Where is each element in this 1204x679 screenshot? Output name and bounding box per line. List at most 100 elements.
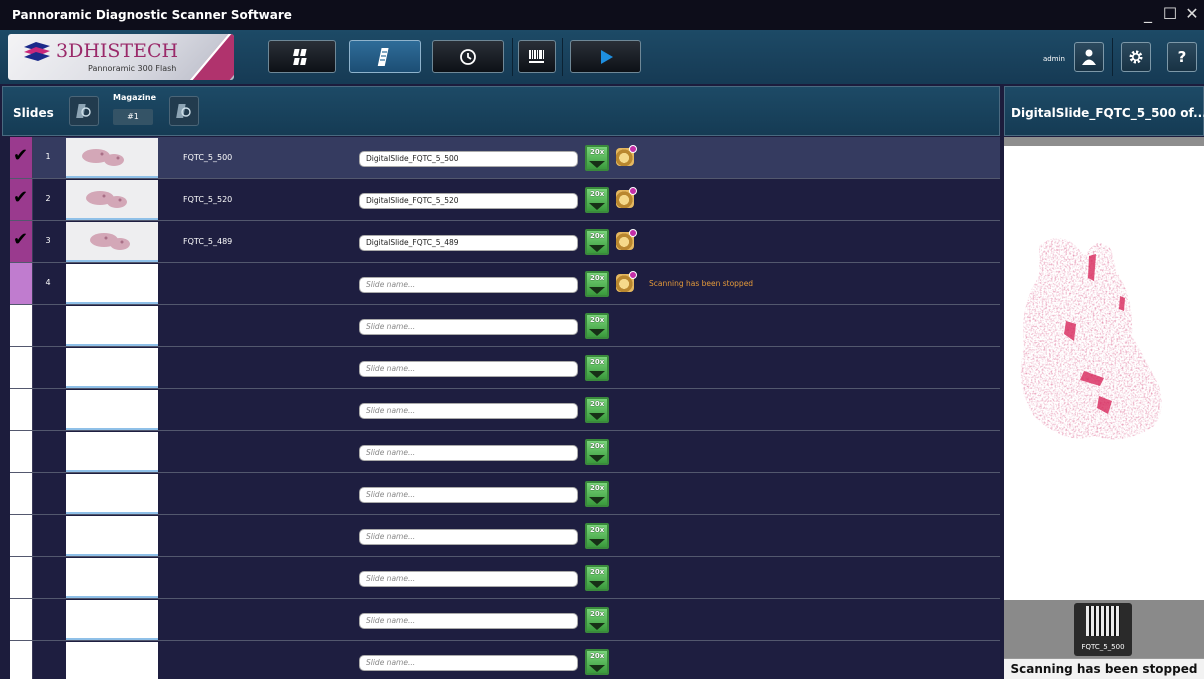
objective-label: 20x	[590, 400, 605, 408]
close-button[interactable]: ✕	[1183, 4, 1201, 24]
slide-checkbox[interactable]	[10, 515, 33, 556]
single-slide-view-button[interactable]	[349, 40, 421, 73]
slide-checkbox[interactable]	[10, 557, 33, 598]
objective-label: 20x	[590, 484, 605, 492]
slide-row[interactable]: Slide name... 20x	[10, 389, 1000, 431]
slide-checkbox[interactable]	[10, 431, 33, 472]
slide-name-field[interactable]: DigitalSlide_FQTC_5_520	[359, 193, 578, 209]
slide-checkbox[interactable]	[10, 641, 33, 679]
slide-row[interactable]: ✔ 1 FQTC_5_500 DigitalSlide_FQTC_5_500 20x	[10, 137, 1000, 179]
slide-name-field[interactable]: Slide name...	[359, 361, 578, 377]
slide-checkbox[interactable]	[10, 389, 33, 430]
slide-checkbox[interactable]	[10, 473, 33, 514]
slide-row[interactable]: Slide name... 20x	[10, 305, 1000, 347]
barcode-button[interactable]	[518, 40, 556, 73]
slide-row[interactable]: Slide name... 20x	[10, 347, 1000, 389]
slide-icon	[377, 47, 389, 66]
slide-name-field[interactable]: Slide name...	[359, 655, 578, 671]
slide-row[interactable]: ✔ 3 FQTC_5_489 DigitalSlide_FQTC_5_489 20x	[10, 221, 1000, 263]
slide-position: 2	[45, 194, 51, 203]
slide-thumbnail[interactable]	[66, 642, 158, 679]
slide-checkbox[interactable]	[10, 305, 33, 346]
slide-thumbnail[interactable]	[66, 222, 158, 262]
history-button[interactable]	[432, 40, 504, 73]
toolbar-separator	[512, 38, 513, 76]
objective-label: 20x	[590, 316, 605, 324]
objective-20x-button[interactable]: 20x	[585, 607, 609, 633]
magazine-label: Magazine	[113, 93, 157, 102]
minimize-button[interactable]: _	[1139, 4, 1157, 24]
slide-row[interactable]: Slide name... 20x	[10, 557, 1000, 599]
focus-settings-icon[interactable]	[616, 145, 637, 166]
settings-button[interactable]	[1121, 42, 1151, 72]
slide-thumbnail[interactable]	[66, 432, 158, 472]
slide-name-field[interactable]: Slide name...	[359, 487, 578, 503]
focus-settings-icon[interactable]	[616, 187, 637, 208]
slide-name-field[interactable]: Slide name...	[359, 277, 578, 293]
magazine-next-button[interactable]	[169, 96, 199, 126]
slide-thumbnail[interactable]	[66, 390, 158, 430]
slide-checkbox[interactable]: ✔	[10, 221, 33, 262]
slide-position: 3	[45, 236, 51, 245]
objective-20x-button[interactable]: 20x	[585, 313, 609, 339]
preview-title: DigitalSlide_FQTC_5_500 of...	[1011, 106, 1204, 120]
magazine-prev-button[interactable]	[69, 96, 99, 126]
objective-20x-button[interactable]: 20x	[585, 229, 609, 255]
slide-name-field[interactable]: Slide name...	[359, 571, 578, 587]
slide-thumbnail[interactable]	[66, 474, 158, 514]
slide-row[interactable]: Slide name... 20x	[10, 431, 1000, 473]
slide-checkbox[interactable]	[10, 599, 33, 640]
slide-checkbox[interactable]: ✔	[10, 137, 33, 178]
objective-20x-button[interactable]: 20x	[585, 355, 609, 381]
focus-indicator-dot	[629, 187, 637, 195]
slide-barcode: FQTC_5_520	[183, 195, 233, 204]
slide-row[interactable]: ✔ 2 FQTC_5_520 DigitalSlide_FQTC_5_520 20x	[10, 179, 1000, 221]
focus-settings-icon[interactable]	[616, 229, 637, 250]
objective-20x-button[interactable]: 20x	[585, 397, 609, 423]
objective-20x-button[interactable]: 20x	[585, 271, 609, 297]
slide-thumbnail[interactable]	[66, 138, 158, 178]
slide-thumbnail[interactable]	[66, 306, 158, 346]
slide-row[interactable]: Slide name... 20x	[10, 641, 1000, 679]
objective-20x-button[interactable]: 20x	[585, 649, 609, 675]
slide-thumbnail[interactable]	[66, 600, 158, 640]
slide-position: 4	[45, 278, 51, 287]
start-scan-button[interactable]	[570, 40, 641, 73]
magazine-number: #1	[113, 109, 153, 125]
slide-thumbnail[interactable]	[66, 558, 158, 598]
slide-name-field[interactable]: DigitalSlide_FQTC_5_500	[359, 151, 578, 167]
slide-row[interactable]: 4 Slide name... 20x Scanning has been stopp…	[10, 263, 1000, 305]
slide-name-field[interactable]: DigitalSlide_FQTC_5_489	[359, 235, 578, 251]
slide-thumbnail[interactable]	[66, 348, 158, 388]
slide-thumbnail[interactable]	[66, 180, 158, 220]
left-edge	[0, 137, 10, 679]
objective-20x-button[interactable]: 20x	[585, 481, 609, 507]
slide-checkbox[interactable]: ✔	[10, 179, 33, 220]
slide-grid-view-button[interactable]	[268, 40, 336, 73]
slide-thumbnail[interactable]	[66, 264, 158, 304]
objective-20x-button[interactable]: 20x	[585, 439, 609, 465]
maximize-button[interactable]: ☐	[1161, 4, 1179, 24]
objective-20x-button[interactable]: 20x	[585, 145, 609, 171]
objective-label: 20x	[590, 232, 605, 240]
slide-thumbnail[interactable]	[66, 516, 158, 556]
objective-label: 20x	[590, 652, 605, 660]
slide-checkbox[interactable]	[10, 347, 33, 388]
slide-name-field[interactable]: Slide name...	[359, 319, 578, 335]
play-icon	[600, 49, 613, 64]
slide-row[interactable]: Slide name... 20x	[10, 515, 1000, 557]
slide-name-field[interactable]: Slide name...	[359, 403, 578, 419]
slide-name-field[interactable]: Slide name...	[359, 613, 578, 629]
slide-row[interactable]: Slide name... 20x	[10, 599, 1000, 641]
slide-row[interactable]: Slide name... 20x	[10, 473, 1000, 515]
slide-name-field[interactable]: Slide name...	[359, 529, 578, 545]
slide-name-field[interactable]: Slide name...	[359, 445, 578, 461]
objective-20x-button[interactable]: 20x	[585, 565, 609, 591]
logo-brand-text: 3DHISTECH	[56, 40, 179, 62]
user-button[interactable]	[1074, 42, 1104, 72]
objective-20x-button[interactable]: 20x	[585, 187, 609, 213]
focus-settings-icon[interactable]	[616, 271, 637, 292]
objective-20x-button[interactable]: 20x	[585, 523, 609, 549]
slide-checkbox[interactable]	[10, 263, 33, 304]
help-button[interactable]: ?	[1167, 42, 1197, 72]
